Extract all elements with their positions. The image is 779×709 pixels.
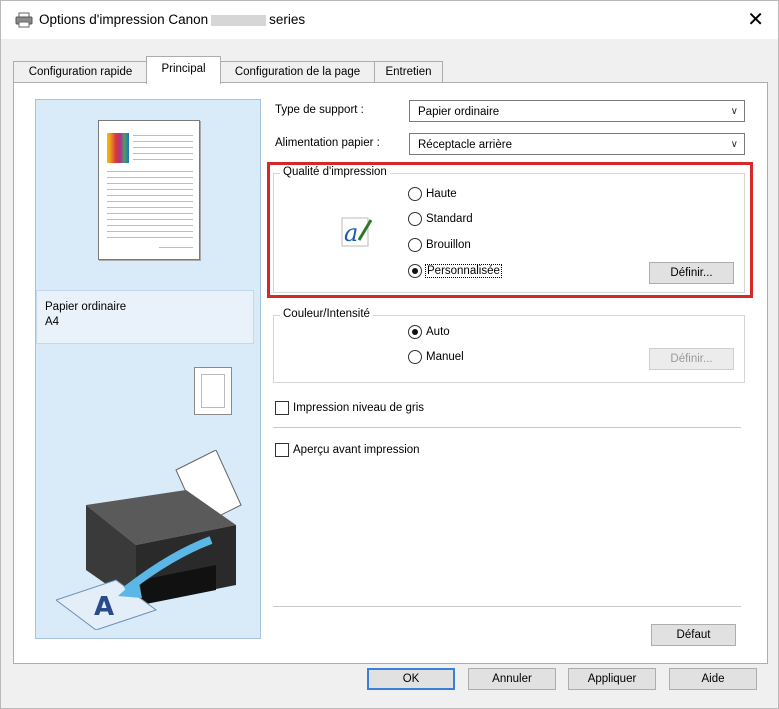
tab-page-setup[interactable]: Configuration de la page	[219, 61, 376, 82]
preview-check-box[interactable]	[275, 443, 289, 457]
color-auto-radio[interactable]: Auto	[408, 325, 450, 339]
window-title: Options d'impression Canon series	[39, 12, 305, 27]
model-name-redacted	[211, 14, 267, 26]
title-bar: Options d'impression Canon series ✕	[1, 1, 778, 39]
preview-checkbox[interactable]: Aperçu avant impression	[275, 443, 420, 457]
print-options-dialog: Options d'impression Canon series ✕ Confi…	[0, 0, 779, 709]
color-auto-label: Auto	[426, 326, 450, 338]
radio-manual[interactable]	[408, 350, 422, 364]
defaults-button[interactable]: Défaut	[651, 624, 736, 646]
media-type-text: Papier ordinaire	[45, 301, 127, 313]
color-intensity-title: Couleur/Intensité	[280, 308, 373, 320]
preview-label: Aperçu avant impression	[293, 444, 420, 456]
help-button[interactable]: Aide	[669, 668, 757, 690]
color-manual-radio[interactable]: Manuel	[408, 350, 464, 364]
chevron-down-icon: ∨	[730, 106, 738, 117]
window-title-suffix: series	[269, 12, 306, 27]
print-preview-pane: Papier ordinaire A4 A	[35, 99, 261, 639]
paper-source-label: Alimentation papier :	[275, 137, 380, 149]
color-manual-label: Manuel	[426, 351, 464, 363]
tab-quick-setup[interactable]: Configuration rapide	[13, 61, 148, 82]
color-sample	[107, 133, 129, 163]
page-preview	[98, 120, 200, 260]
print-quality-highlight	[267, 162, 753, 298]
tab-maintenance[interactable]: Entretien	[374, 61, 443, 82]
window-title-prefix: Options d'impression Canon	[39, 12, 209, 27]
separator	[273, 427, 741, 428]
separator	[273, 606, 741, 607]
printer-icon	[15, 12, 33, 28]
tab-main[interactable]: Principal	[146, 56, 221, 84]
paper-size-text: A4	[45, 316, 60, 328]
close-icon[interactable]: ✕	[747, 7, 764, 32]
media-info-box: Papier ordinaire A4	[36, 290, 254, 344]
color-define-button[interactable]: Définir...	[649, 348, 734, 370]
media-type-select[interactable]: Papier ordinaire ∨	[409, 100, 745, 122]
chevron-down-icon: ∨	[730, 139, 738, 150]
apply-button[interactable]: Appliquer	[568, 668, 656, 690]
printer-illustration: A	[56, 450, 242, 630]
radio-auto[interactable]	[408, 325, 422, 339]
grayscale-label: Impression niveau de gris	[293, 402, 425, 414]
grayscale-checkbox[interactable]: Impression niveau de gris	[275, 401, 424, 415]
paper-orientation-icon	[194, 367, 232, 415]
grayscale-check-box[interactable]	[275, 401, 289, 415]
svg-text:A: A	[94, 592, 114, 622]
ok-button[interactable]: OK	[367, 668, 455, 690]
media-type-label: Type de support :	[275, 104, 364, 116]
cancel-button[interactable]: Annuler	[468, 668, 556, 690]
paper-source-select[interactable]: Réceptacle arrière ∨	[409, 133, 745, 155]
paper-source-value: Réceptacle arrière	[418, 139, 512, 151]
media-type-value: Papier ordinaire	[418, 106, 500, 118]
